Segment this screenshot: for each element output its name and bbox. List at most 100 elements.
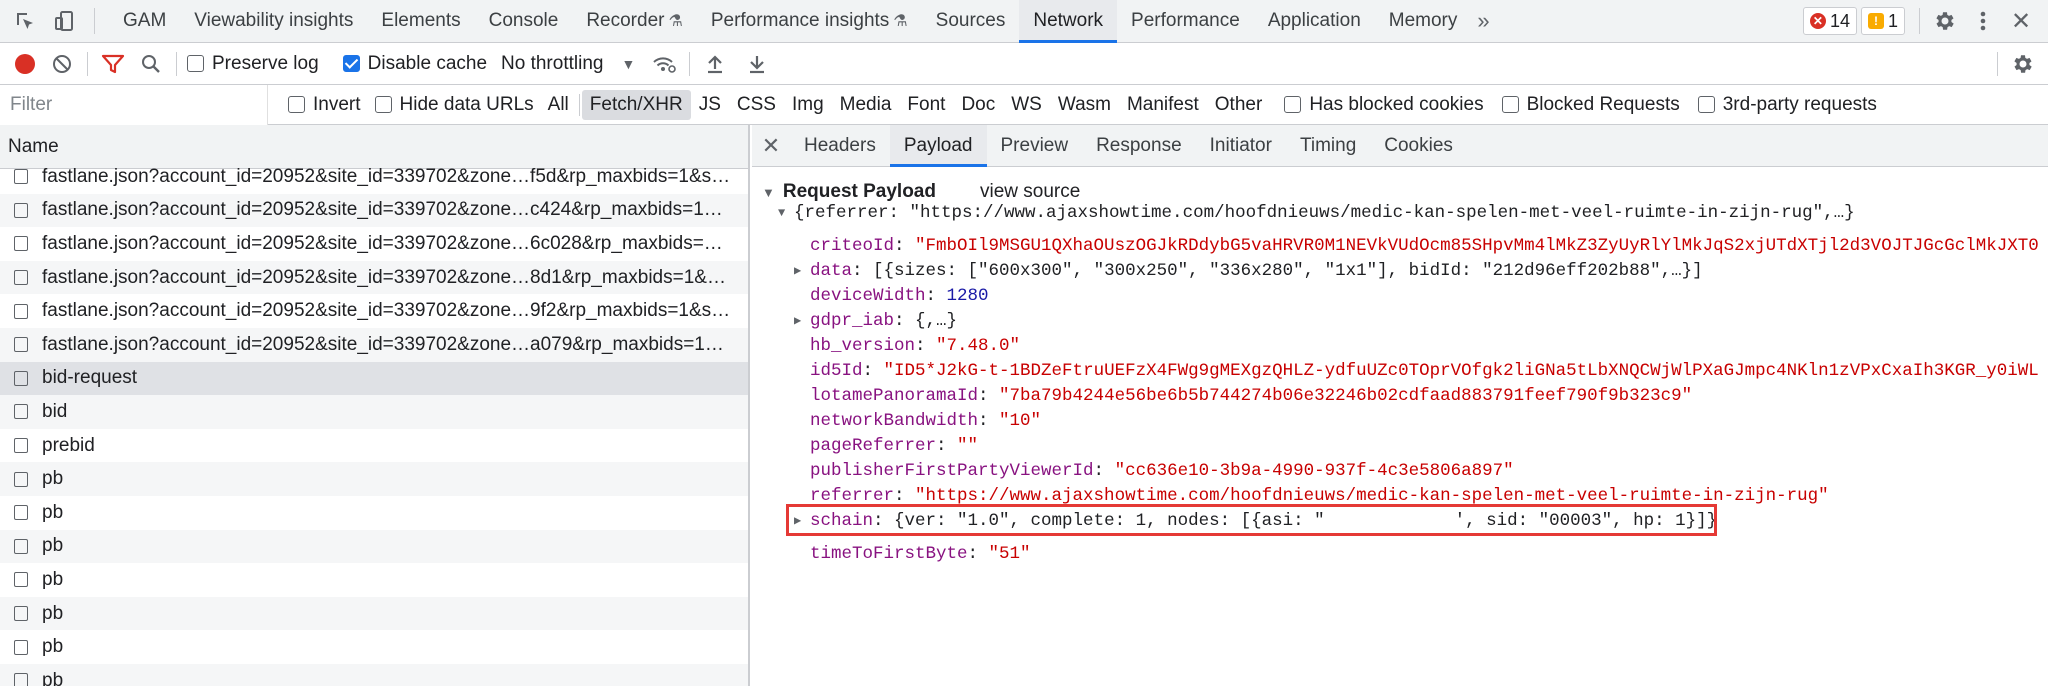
request-row[interactable]: fastlane.json?account_id=20952&site_id=3… bbox=[0, 193, 748, 228]
request-row[interactable]: pb bbox=[0, 596, 748, 631]
filter-type-js[interactable]: JS bbox=[691, 90, 729, 120]
field-colon: : bbox=[915, 335, 937, 356]
tab-network[interactable]: Network bbox=[1019, 0, 1118, 43]
payload-root[interactable]: ▼ {referrer: "https://www.ajaxshowtime.co… bbox=[778, 196, 1855, 229]
tab-timing[interactable]: Timing bbox=[1286, 125, 1370, 167]
tab-viewability-insights[interactable]: Viewability insights bbox=[180, 0, 367, 43]
request-row[interactable]: fastlane.json?account_id=20952&site_id=3… bbox=[0, 294, 748, 328]
filter-type-css[interactable]: CSS bbox=[729, 90, 784, 120]
tab-headers[interactable]: Headers bbox=[790, 125, 890, 167]
request-name: fastlane.json?account_id=20952&site_id=3… bbox=[42, 300, 731, 322]
filter-type-media[interactable]: Media bbox=[832, 90, 900, 120]
request-row[interactable]: fastlane.json?account_id=20952&site_id=3… bbox=[0, 227, 748, 261]
request-row[interactable]: pb bbox=[0, 529, 748, 564]
disable-cache-checkbox[interactable]: Disable cache bbox=[342, 53, 487, 75]
more-tabs-icon[interactable]: » bbox=[1477, 8, 1489, 34]
request-name: bid-request bbox=[42, 367, 138, 389]
payload-field-timetofirstbyte[interactable]: timeToFirstByte: "51" bbox=[810, 537, 1031, 570]
tab-response[interactable]: Response bbox=[1082, 125, 1196, 167]
field-value: {,…} bbox=[915, 310, 958, 331]
invert-label: Invert bbox=[313, 93, 361, 115]
filter-type-other[interactable]: Other bbox=[1207, 90, 1271, 120]
tab-payload[interactable]: Payload bbox=[889, 125, 987, 167]
device-toolbar-icon[interactable] bbox=[50, 6, 80, 36]
warning-count-badge[interactable]: ! 1 bbox=[1860, 7, 1905, 35]
hide-data-urls-box[interactable] bbox=[374, 96, 392, 113]
tab-gam[interactable]: GAM bbox=[109, 0, 180, 43]
throttling-select[interactable]: No throttling ▼ bbox=[501, 53, 635, 75]
third-party-requests-label: 3rd-party requests bbox=[1722, 93, 1877, 115]
network-toolbar: Preserve log Disable cache No throttling… bbox=[0, 43, 2048, 85]
preserve-log-box[interactable] bbox=[187, 55, 204, 72]
hide-data-urls-checkbox[interactable]: Hide data URLs bbox=[374, 94, 534, 116]
request-list-panel: Name fastlane.json?account_id=20952&site… bbox=[0, 125, 750, 686]
error-count-badge[interactable]: ✕ 14 bbox=[1802, 7, 1857, 35]
blocked-requests-box[interactable] bbox=[1501, 96, 1519, 113]
close-devtools-icon[interactable]: ✕ bbox=[2006, 6, 2036, 36]
field-key: pageReferrer bbox=[810, 435, 937, 456]
disable-cache-box[interactable] bbox=[342, 55, 360, 72]
third-party-requests-checkbox[interactable]: 3rd-party requests bbox=[1697, 93, 1877, 116]
clear-icon[interactable] bbox=[47, 49, 77, 79]
has-blocked-cookies-box[interactable] bbox=[1284, 96, 1302, 113]
blocked-requests-checkbox[interactable]: Blocked Requests bbox=[1501, 94, 1680, 116]
request-row[interactable]: pb bbox=[0, 462, 748, 496]
request-type-icon bbox=[14, 404, 28, 420]
tab-memory[interactable]: Memory bbox=[1375, 0, 1472, 43]
filter-type-fetch-xhr[interactable]: Fetch/XHR bbox=[581, 89, 691, 120]
tab-sources[interactable]: Sources bbox=[922, 0, 1020, 43]
tab-initiator[interactable]: Initiator bbox=[1196, 125, 1286, 167]
tab-preview[interactable]: Preview bbox=[987, 125, 1083, 167]
search-icon[interactable] bbox=[136, 49, 166, 79]
tab-elements[interactable]: Elements bbox=[367, 0, 474, 43]
close-details-icon[interactable]: ✕ bbox=[752, 133, 790, 159]
filter-type-all[interactable]: All bbox=[540, 90, 577, 120]
invert-box[interactable] bbox=[288, 96, 305, 113]
inspect-element-icon[interactable] bbox=[10, 6, 40, 36]
tab-console[interactable]: Console bbox=[475, 0, 573, 43]
request-row[interactable]: bid bbox=[0, 395, 748, 429]
request-row[interactable]: pb bbox=[0, 563, 748, 597]
filter-type-doc[interactable]: Doc bbox=[953, 90, 1003, 120]
field-value: "10" bbox=[999, 410, 1042, 431]
request-row[interactable]: pb bbox=[0, 496, 748, 530]
third-party-requests-box[interactable] bbox=[1697, 96, 1715, 113]
filter-icon[interactable] bbox=[98, 49, 128, 79]
network-settings-gear-icon[interactable] bbox=[2008, 49, 2038, 79]
tab-cookies[interactable]: Cookies bbox=[1370, 125, 1467, 167]
request-row-selected[interactable]: bid-request bbox=[0, 361, 748, 396]
field-key: referrer bbox=[810, 485, 895, 506]
request-row[interactable]: pb bbox=[0, 630, 748, 664]
flask-icon: ⚗ bbox=[668, 13, 683, 30]
request-row[interactable]: prebid bbox=[0, 429, 748, 463]
has-blocked-cookies-checkbox[interactable]: Has blocked cookies bbox=[1284, 94, 1484, 116]
request-row[interactable]: fastlane.json?account_id=20952&site_id=3… bbox=[0, 160, 748, 194]
export-har-icon[interactable] bbox=[742, 49, 772, 79]
filter-type-img[interactable]: Img bbox=[784, 90, 832, 120]
request-name: pb bbox=[42, 535, 64, 557]
record-icon[interactable] bbox=[15, 53, 35, 74]
request-row[interactable]: pb bbox=[0, 663, 748, 686]
tab-performance-insights[interactable]: Performance insights ⚗ bbox=[697, 0, 922, 43]
filter-input[interactable] bbox=[0, 84, 268, 125]
filter-type-manifest[interactable]: Manifest bbox=[1119, 90, 1207, 120]
network-conditions-icon[interactable] bbox=[649, 49, 679, 79]
request-row[interactable]: fastlane.json?account_id=20952&site_id=3… bbox=[0, 327, 748, 362]
import-har-icon[interactable] bbox=[700, 49, 730, 79]
field-colon: : bbox=[967, 543, 989, 564]
request-row[interactable]: fastlane.json?account_id=20952&site_id=3… bbox=[0, 260, 748, 295]
preserve-log-checkbox[interactable]: Preserve log bbox=[187, 53, 319, 75]
invert-checkbox[interactable]: Invert bbox=[288, 94, 361, 116]
divider bbox=[94, 8, 95, 34]
more-options-icon[interactable] bbox=[1968, 6, 1998, 36]
chevron-down-icon: ▼ bbox=[621, 55, 636, 72]
request-name: pb bbox=[42, 636, 64, 658]
tab-application[interactable]: Application bbox=[1254, 0, 1375, 43]
tab-recorder[interactable]: Recorder ⚗ bbox=[572, 0, 697, 43]
tab-performance[interactable]: Performance bbox=[1117, 0, 1254, 43]
filter-type-wasm[interactable]: Wasm bbox=[1050, 90, 1119, 120]
filter-type-ws[interactable]: WS bbox=[1003, 90, 1050, 120]
filter-type-font[interactable]: Font bbox=[899, 90, 953, 120]
request-type-icon bbox=[14, 505, 28, 521]
settings-gear-icon[interactable] bbox=[1930, 6, 1960, 36]
